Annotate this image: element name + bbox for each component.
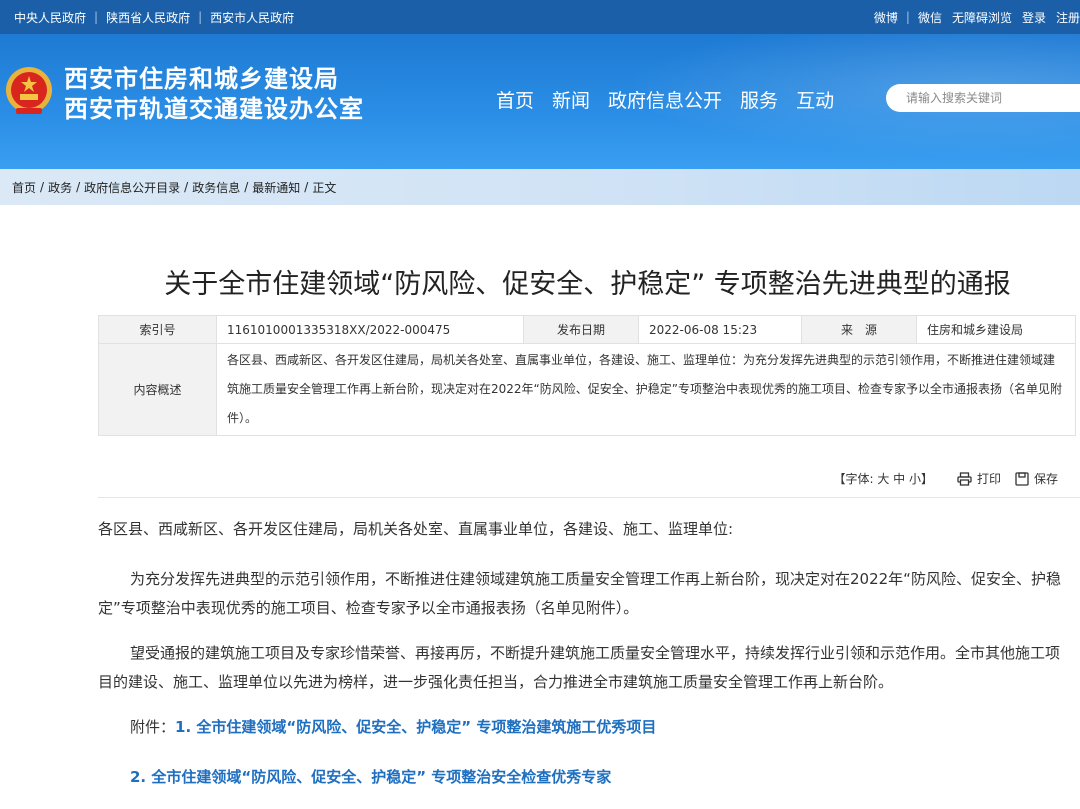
attachment-line-1: 附件：1. 全市住建领域“防风险、促安全、护稳定” 专项整治建筑施工优秀项目: [130, 713, 656, 742]
paragraph-expectation: 望受通报的建筑施工项目及专家珍惜荣誉、再接再厉，不断提升建筑施工质量安全管理水平…: [98, 644, 1061, 691]
crumb-latest-notice[interactable]: 最新通知: [252, 179, 300, 196]
print-label: 打印: [976, 472, 1001, 486]
paragraph-recipients: 各区县、西咸新区、各开发区住建局，局机关各处室、直属事业单位，各建设、施工、监理…: [98, 520, 734, 538]
divider: [98, 497, 1080, 498]
meta-index-label: 索引号: [98, 315, 217, 344]
gov-links: 中央人民政府 | 陕西省人民政府 | 西安市人民政府: [14, 0, 294, 34]
site-header: 西安市住房和城乡建设局 西安市轨道交通建设办公室 首页 新闻 政府信息公开 服务…: [0, 34, 1080, 169]
article-title: 关于全市住建领域“防风险、促安全、护稳定” 专项整治先进典型的通报: [164, 269, 1011, 300]
link-wechat[interactable]: 微信: [918, 9, 942, 26]
meta-summary-label: 内容概述: [98, 343, 217, 436]
crumb-gov-info[interactable]: 政务信息: [192, 179, 240, 196]
nav-news[interactable]: 新闻: [552, 86, 590, 113]
crumb-gov-info-catalog[interactable]: 政府信息公开目录: [84, 179, 180, 196]
attachment-label: 附件：: [130, 718, 176, 736]
nav-interact[interactable]: 互动: [796, 86, 834, 113]
breadcrumb: 首页 / 政务 / 政府信息公开目录 / 政务信息 / 最新通知 / 正文: [12, 179, 337, 196]
nav-home[interactable]: 首页: [496, 86, 534, 113]
attachment-line-2: 2. 全市住建领域“防风险、促安全、护稳定” 专项整治安全检查优秀专家: [130, 763, 611, 792]
nav-service[interactable]: 服务: [740, 86, 778, 113]
main-nav: 首页 新闻 政府信息公开 服务 互动: [496, 86, 852, 113]
link-weibo[interactable]: 微博: [874, 9, 898, 26]
article-meta-table: 索引号 1161010001335318XX/2022-000475 发布日期 …: [98, 315, 1076, 436]
search-input[interactable]: [886, 84, 1080, 112]
national-emblem-icon: [6, 67, 52, 114]
printer-icon: [957, 471, 972, 486]
font-size-switch[interactable]: 【字体: 大 中 小】: [833, 470, 933, 487]
link-xian-gov[interactable]: 西安市人民政府: [210, 9, 294, 26]
paragraph-decision: 为充分发挥先进典型的示范引领作用，不断推进住建领域建筑施工质量安全管理工作再上新…: [98, 570, 1061, 617]
meta-summary-value: 各区县、西咸新区、各开发区住建局，局机关各处室、直属事业单位，各建设、施工、监理…: [216, 343, 1076, 436]
top-links-bar: 中央人民政府 | 陕西省人民政府 | 西安市人民政府 微博 | 微信 无障碍浏览…: [0, 0, 1080, 34]
org-name-line2: 西安市轨道交通建设办公室: [64, 94, 364, 123]
nav-gov-info[interactable]: 政府信息公开: [608, 86, 722, 113]
org-name-line1: 西安市住房和城乡建设局: [64, 64, 339, 93]
user-links: 微博 | 微信 无障碍浏览 登录 注册: [874, 0, 1080, 34]
meta-source-value: 住房和城乡建设局: [916, 315, 1076, 344]
meta-index-value: 1161010001335318XX/2022-000475: [216, 315, 524, 344]
attachment-link-projects[interactable]: 1. 全市住建领域“防风险、促安全、护稳定” 专项整治建筑施工优秀项目: [175, 718, 656, 736]
crumb-current: 正文: [312, 180, 337, 195]
print-button[interactable]: 打印: [957, 470, 1001, 487]
separator: |: [905, 10, 910, 24]
link-accessibility[interactable]: 无障碍浏览: [952, 9, 1012, 26]
separator: |: [94, 10, 99, 24]
save-button[interactable]: 保存: [1015, 470, 1058, 487]
meta-date-value: 2022-06-08 15:23: [638, 315, 802, 344]
link-login[interactable]: 登录: [1022, 9, 1046, 26]
article-tools: 【字体: 大 中 小】 打印 保存: [833, 470, 1058, 487]
link-shaanxi-gov[interactable]: 陕西省人民政府: [106, 9, 190, 26]
meta-source-label: 来 源: [801, 315, 917, 344]
crumb-home[interactable]: 首页: [12, 179, 36, 196]
save-label: 保存: [1033, 472, 1058, 486]
link-central-gov[interactable]: 中央人民政府: [14, 9, 86, 26]
attachment-link-experts[interactable]: 2. 全市住建领域“防风险、促安全、护稳定” 专项整治安全检查优秀专家: [130, 768, 611, 786]
search-box: [886, 84, 1080, 112]
breadcrumb-bar: 首页 / 政务 / 政府信息公开目录 / 政务信息 / 最新通知 / 正文: [0, 169, 1080, 205]
separator: |: [198, 10, 203, 24]
link-register[interactable]: 注册: [1056, 9, 1080, 26]
meta-date-label: 发布日期: [523, 315, 639, 344]
org-title[interactable]: 西安市住房和城乡建设局 西安市轨道交通建设办公室: [64, 64, 364, 124]
save-icon: [1015, 471, 1029, 486]
crumb-affairs[interactable]: 政务: [48, 179, 72, 196]
